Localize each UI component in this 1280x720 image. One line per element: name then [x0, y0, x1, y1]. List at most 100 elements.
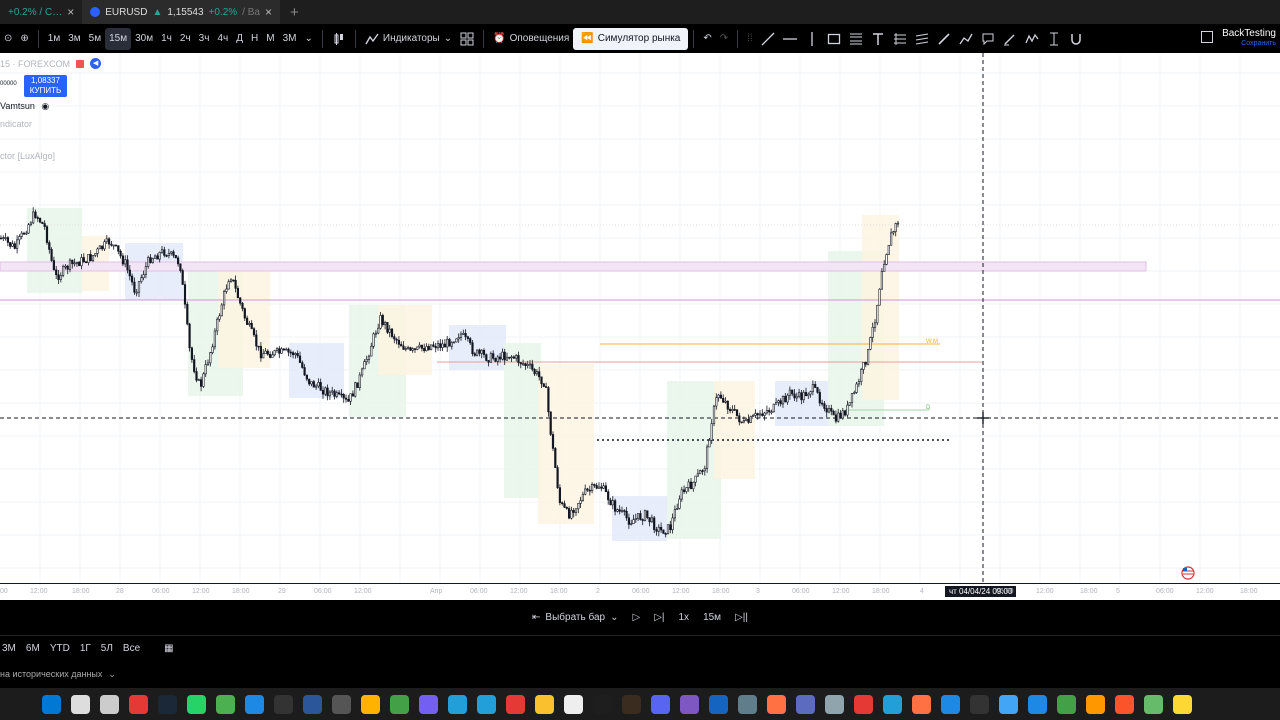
magnet-icon[interactable]: [1065, 28, 1087, 50]
measure-icon[interactable]: [1043, 28, 1065, 50]
telegram-3-icon[interactable]: [883, 694, 902, 714]
indicator-2-name[interactable]: ndicator: [0, 119, 32, 129]
calculator-icon[interactable]: [216, 694, 235, 714]
app-blue-icon[interactable]: [999, 694, 1018, 714]
save-icon[interactable]: [245, 694, 264, 714]
chevron-down-icon[interactable]: ⌄: [300, 28, 316, 50]
settings-icon[interactable]: [825, 694, 844, 714]
mail-icon[interactable]: [738, 694, 757, 714]
close-icon[interactable]: ×: [67, 5, 74, 19]
viber-icon[interactable]: [419, 694, 438, 714]
close-icon[interactable]: ×: [265, 5, 272, 19]
folder-icon[interactable]: [361, 694, 380, 714]
app-green-2-icon[interactable]: [1144, 694, 1163, 714]
app-red-icon[interactable]: [129, 694, 148, 714]
buy-button[interactable]: 1,08337 КУПИТЬ: [24, 75, 67, 97]
terminal-icon[interactable]: [274, 694, 293, 714]
range-3m[interactable]: 3М: [2, 643, 16, 654]
indicators-button[interactable]: Индикаторы ⌄: [361, 28, 456, 50]
range-5y[interactable]: 5Л: [101, 643, 113, 654]
timeframe-4h[interactable]: 4ч: [213, 28, 232, 50]
app-orange-icon[interactable]: [767, 694, 786, 714]
steam-icon[interactable]: [158, 694, 177, 714]
checkbox-icon[interactable]: [1200, 30, 1214, 47]
cloud-icon[interactable]: [1086, 694, 1105, 714]
timeframe-30m[interactable]: 30м: [131, 28, 157, 50]
app-blue-x-icon[interactable]: [709, 694, 728, 714]
spreadsheet-icon[interactable]: [390, 694, 409, 714]
timeframe-1m[interactable]: 1м: [44, 28, 64, 50]
chrome-spinner-icon[interactable]: [332, 694, 351, 714]
callout-icon[interactable]: [977, 28, 999, 50]
chrome-icon[interactable]: [535, 694, 554, 714]
timeframe-2h[interactable]: 2ч: [176, 28, 195, 50]
notion-icon[interactable]: [564, 694, 583, 714]
search-icon[interactable]: [71, 694, 90, 714]
timeframe-15m[interactable]: 15м: [105, 27, 132, 50]
bridge-icon[interactable]: [622, 694, 641, 714]
vscode-icon[interactable]: [941, 694, 960, 714]
highlighter-icon[interactable]: [955, 28, 977, 50]
browser-tab-eurusd[interactable]: EURUSD ▲ 1,15543 +0.2% / Ba ×: [82, 0, 280, 24]
replay-speed[interactable]: 1x: [679, 612, 690, 623]
telegram-2-icon[interactable]: [477, 694, 496, 714]
candle-type-icon[interactable]: [328, 28, 350, 50]
timeframe-5m[interactable]: 5м: [85, 28, 105, 50]
app-yellow-icon[interactable]: [1173, 694, 1192, 714]
range-1y[interactable]: 1Г: [80, 643, 91, 654]
pen-icon[interactable]: [999, 28, 1021, 50]
range-ytd[interactable]: YTD: [50, 643, 70, 654]
timeframe-3mo[interactable]: 3М: [279, 28, 301, 50]
whatsapp-icon[interactable]: [187, 694, 206, 714]
fib-retracement-icon[interactable]: [845, 28, 867, 50]
indicator-1-name[interactable]: Vamtsun: [0, 101, 35, 111]
range-6m[interactable]: 6М: [26, 643, 40, 654]
yandex-icon[interactable]: [854, 694, 873, 714]
timeframe-w[interactable]: Н: [247, 28, 262, 50]
fib-channel-icon[interactable]: [911, 28, 933, 50]
vertical-line-icon[interactable]: [801, 28, 823, 50]
alerts-button[interactable]: ⏰ Оповещения: [489, 28, 573, 50]
timeframe-m[interactable]: М: [262, 28, 278, 50]
replay-interval[interactable]: 15м: [703, 612, 721, 623]
pitchfork-icon[interactable]: [889, 28, 911, 50]
zigzag-icon[interactable]: [1021, 28, 1043, 50]
game-icon[interactable]: [912, 694, 931, 714]
symbol-menu-icon[interactable]: ⊙: [0, 28, 16, 50]
legend-symbol[interactable]: 15 · FOREXCOM: [0, 59, 70, 69]
browser-icon[interactable]: [1028, 694, 1047, 714]
app-dark-icon[interactable]: [970, 694, 989, 714]
files-icon[interactable]: [100, 694, 119, 714]
add-symbol-icon[interactable]: ⊕: [16, 28, 32, 50]
undo-icon[interactable]: ↶: [699, 28, 715, 50]
horizontal-ray-icon[interactable]: [779, 28, 801, 50]
app-purple-icon[interactable]: [680, 694, 699, 714]
chart-pane[interactable]: W.M D: [0, 53, 1280, 583]
discord-icon[interactable]: [651, 694, 670, 714]
trend-line-icon[interactable]: [757, 28, 779, 50]
time-axis[interactable]: чт 04/04/24 09:00 00 12:00 18:00 28 06:00 12:…: [0, 583, 1280, 600]
brush-icon[interactable]: [933, 28, 955, 50]
timeframe-1h[interactable]: 1ч: [157, 28, 176, 50]
eye-icon[interactable]: ◉: [41, 101, 49, 111]
calendar-icon[interactable]: ▦: [164, 643, 173, 654]
browser-tab-1[interactable]: +0.2% / C… ×: [0, 0, 82, 24]
select-bar-button[interactable]: ⇤ Выбрать бар ⌄: [532, 612, 618, 623]
tradingview-icon[interactable]: [593, 694, 612, 714]
windows-icon[interactable]: [42, 694, 61, 714]
price-chart[interactable]: W.M D: [0, 53, 1280, 583]
layout-name[interactable]: BackTesting Сохранить: [1222, 28, 1276, 49]
app-circle-icon[interactable]: [796, 694, 815, 714]
rectangle-icon[interactable]: [823, 28, 845, 50]
opera-icon[interactable]: [506, 694, 525, 714]
redo-icon[interactable]: ↷: [716, 28, 732, 50]
new-tab-icon[interactable]: +: [280, 4, 309, 21]
drag-handle-icon[interactable]: ⁞⁞: [743, 28, 757, 50]
step-forward-icon[interactable]: ▷|: [654, 612, 664, 623]
image-icon[interactable]: [303, 694, 322, 714]
indicator-3-name[interactable]: ctor [LuxAlgo]: [0, 151, 55, 161]
brave-icon[interactable]: [1115, 694, 1134, 714]
telegram-icon[interactable]: [448, 694, 467, 714]
templates-icon[interactable]: [456, 28, 478, 50]
text-icon[interactable]: [867, 28, 889, 50]
